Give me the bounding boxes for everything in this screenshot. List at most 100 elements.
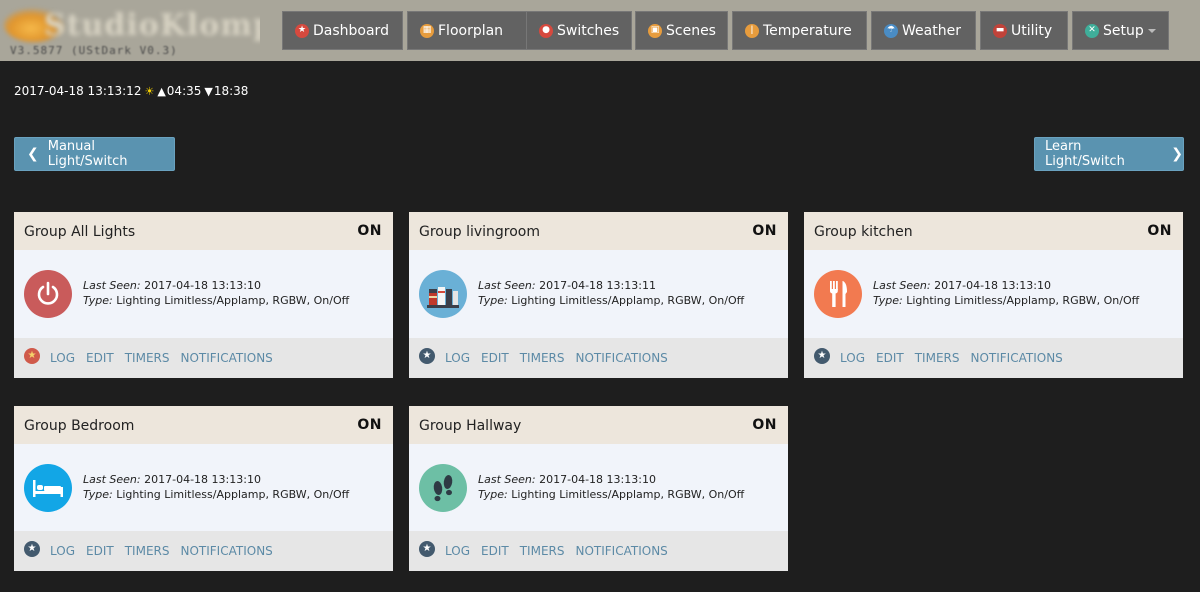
- last-seen-value: 2017-04-18 13:13:10: [144, 473, 261, 486]
- app-logo[interactable]: StudioKlomp V3.5877 (UStDark V0.3): [0, 0, 260, 61]
- card-info: Last Seen: 2017-04-18 13:13:10 Type: Lig…: [478, 472, 744, 502]
- bulb-icon: ●: [539, 23, 553, 38]
- log-link[interactable]: LOG: [50, 544, 75, 558]
- type-label: Type:: [873, 294, 903, 307]
- device-card-bedroom: Group Bedroom ON Last Seen: 2017-04-18 1…: [14, 406, 393, 571]
- thermometer-icon: ǀ: [745, 23, 759, 38]
- button-label: Manual Light/Switch: [47, 139, 128, 169]
- notifications-link[interactable]: NOTIFICATIONS: [575, 544, 667, 558]
- timers-link[interactable]: TIMERS: [125, 544, 170, 558]
- timers-link[interactable]: TIMERS: [520, 351, 565, 365]
- nav-label: Temperature: [763, 22, 852, 39]
- notifications-link[interactable]: NOTIFICATIONS: [180, 544, 272, 558]
- notifications-link[interactable]: NOTIFICATIONS: [970, 351, 1062, 365]
- card-info: Last Seen: 2017-04-18 13:13:10 Type: Lig…: [873, 278, 1139, 308]
- log-link[interactable]: LOG: [445, 351, 470, 365]
- card-header: Group Hallway ON: [409, 406, 788, 444]
- card-header: Group livingroom ON: [409, 212, 788, 250]
- favorite-star-icon[interactable]: ★: [419, 541, 435, 557]
- fork-knife-icon[interactable]: [814, 270, 862, 318]
- footsteps-icon[interactable]: [419, 464, 467, 512]
- nav-label: Utility: [1011, 22, 1053, 39]
- edit-link[interactable]: EDIT: [876, 351, 904, 365]
- log-link[interactable]: LOG: [840, 351, 865, 365]
- type-label: Type:: [478, 488, 508, 501]
- logo-text: StudioKlomp: [44, 8, 260, 43]
- sunset-icon: ▼: [204, 84, 213, 98]
- device-card-kitchen: Group kitchen ON Last Seen: 2017-04-18 1…: [804, 212, 1183, 378]
- type-value: Lighting Limitless/Applamp, RGBW, On/Off: [116, 294, 350, 307]
- weather-icon: ☂: [884, 23, 898, 38]
- last-seen-label: Last Seen:: [83, 279, 141, 292]
- nav-utility[interactable]: ▬ Utility: [980, 11, 1068, 50]
- last-seen-label: Last Seen:: [83, 473, 141, 486]
- edit-link[interactable]: EDIT: [481, 544, 509, 558]
- nav-setup[interactable]: ✕ Setup: [1072, 11, 1169, 50]
- card-info: Last Seen: 2017-04-18 13:13:10 Type: Lig…: [83, 472, 349, 502]
- card-info: Last Seen: 2017-04-18 13:13:11 Type: Lig…: [478, 278, 744, 308]
- nav-label: Switches: [557, 22, 620, 39]
- card-title: Group Bedroom: [24, 418, 135, 434]
- nav-floorplan[interactable]: ▦ Floorplan: [407, 11, 531, 50]
- last-seen-value: 2017-04-18 13:13:11: [539, 279, 656, 292]
- nav-label: Dashboard: [313, 22, 389, 39]
- nav-temperature[interactable]: ǀ Temperature: [732, 11, 867, 50]
- card-footer: ★ LOG EDIT TIMERS NOTIFICATIONS: [14, 531, 393, 571]
- card-header: Group Bedroom ON: [14, 406, 393, 444]
- card-header: Group kitchen ON: [804, 212, 1183, 250]
- status-badge: ON: [752, 223, 777, 239]
- type-label: Type:: [83, 488, 113, 501]
- timers-link[interactable]: TIMERS: [125, 351, 170, 365]
- favorite-star-icon[interactable]: ★: [419, 348, 435, 364]
- card-footer: ★ LOG EDIT TIMERS NOTIFICATIONS: [409, 531, 788, 571]
- floorplan-icon: ▦: [420, 23, 434, 38]
- favorite-star-icon[interactable]: ★: [24, 541, 40, 557]
- last-seen-value: 2017-04-18 13:13:10: [144, 279, 261, 292]
- type-value: Lighting Limitless/Applamp, RGBW, On/Off: [116, 488, 350, 501]
- nav-scenes[interactable]: ▣ Scenes: [635, 11, 728, 50]
- type-value: Lighting Limitless/Applamp, RGBW, On/Off: [906, 294, 1140, 307]
- chevron-right-icon: ❯: [1171, 146, 1183, 162]
- type-label: Type:: [478, 294, 508, 307]
- notifications-link[interactable]: NOTIFICATIONS: [575, 351, 667, 365]
- last-seen-value: 2017-04-18 13:13:10: [539, 473, 656, 486]
- learn-light-switch-button[interactable]: Learn Light/Switch ❯: [1034, 137, 1184, 171]
- device-card-hallway: Group Hallway ON Last Seen: 2017-04-18 1…: [409, 406, 788, 571]
- last-seen-label: Last Seen:: [478, 279, 536, 292]
- manual-light-switch-button[interactable]: ❮ Manual Light/Switch: [14, 137, 175, 171]
- card-footer: ★ LOG EDIT TIMERS NOTIFICATIONS: [409, 338, 788, 378]
- caret-down-icon: [1148, 29, 1156, 33]
- books-icon[interactable]: [419, 270, 467, 318]
- nav-weather[interactable]: ☂ Weather: [871, 11, 976, 50]
- sun-icon: ☀: [144, 84, 155, 98]
- edit-link[interactable]: EDIT: [86, 351, 114, 365]
- setup-icon: ✕: [1085, 23, 1099, 38]
- power-icon[interactable]: [24, 270, 72, 318]
- type-value: Lighting Limitless/Applamp, RGBW, On/Off: [511, 294, 745, 307]
- last-seen-label: Last Seen:: [478, 473, 536, 486]
- status-badge: ON: [1147, 223, 1172, 239]
- type-label: Type:: [83, 294, 113, 307]
- bed-icon[interactable]: [24, 464, 72, 512]
- log-link[interactable]: LOG: [50, 351, 75, 365]
- timers-link[interactable]: TIMERS: [520, 544, 565, 558]
- card-footer: ★ LOG EDIT TIMERS NOTIFICATIONS: [804, 338, 1183, 378]
- edit-link[interactable]: EDIT: [86, 544, 114, 558]
- button-label: Learn Light/Switch: [1045, 139, 1125, 169]
- utility-icon: ▬: [993, 23, 1007, 38]
- log-link[interactable]: LOG: [445, 544, 470, 558]
- notifications-link[interactable]: NOTIFICATIONS: [180, 351, 272, 365]
- favorite-star-icon[interactable]: ★: [24, 348, 40, 364]
- card-title: Group Hallway: [419, 418, 522, 434]
- nav-dashboard[interactable]: ★ Dashboard: [282, 11, 403, 50]
- timers-link[interactable]: TIMERS: [915, 351, 960, 365]
- nav-label: Scenes: [666, 22, 716, 39]
- edit-link[interactable]: EDIT: [481, 351, 509, 365]
- card-title: Group livingroom: [419, 224, 541, 240]
- nav-label: Weather: [902, 22, 961, 39]
- nav-switches[interactable]: ● Switches: [526, 11, 632, 50]
- card-title: Group kitchen: [814, 224, 913, 240]
- favorite-star-icon[interactable]: ★: [814, 348, 830, 364]
- nav-label: Floorplan: [438, 22, 504, 39]
- sunset-time: 18:38: [213, 84, 249, 98]
